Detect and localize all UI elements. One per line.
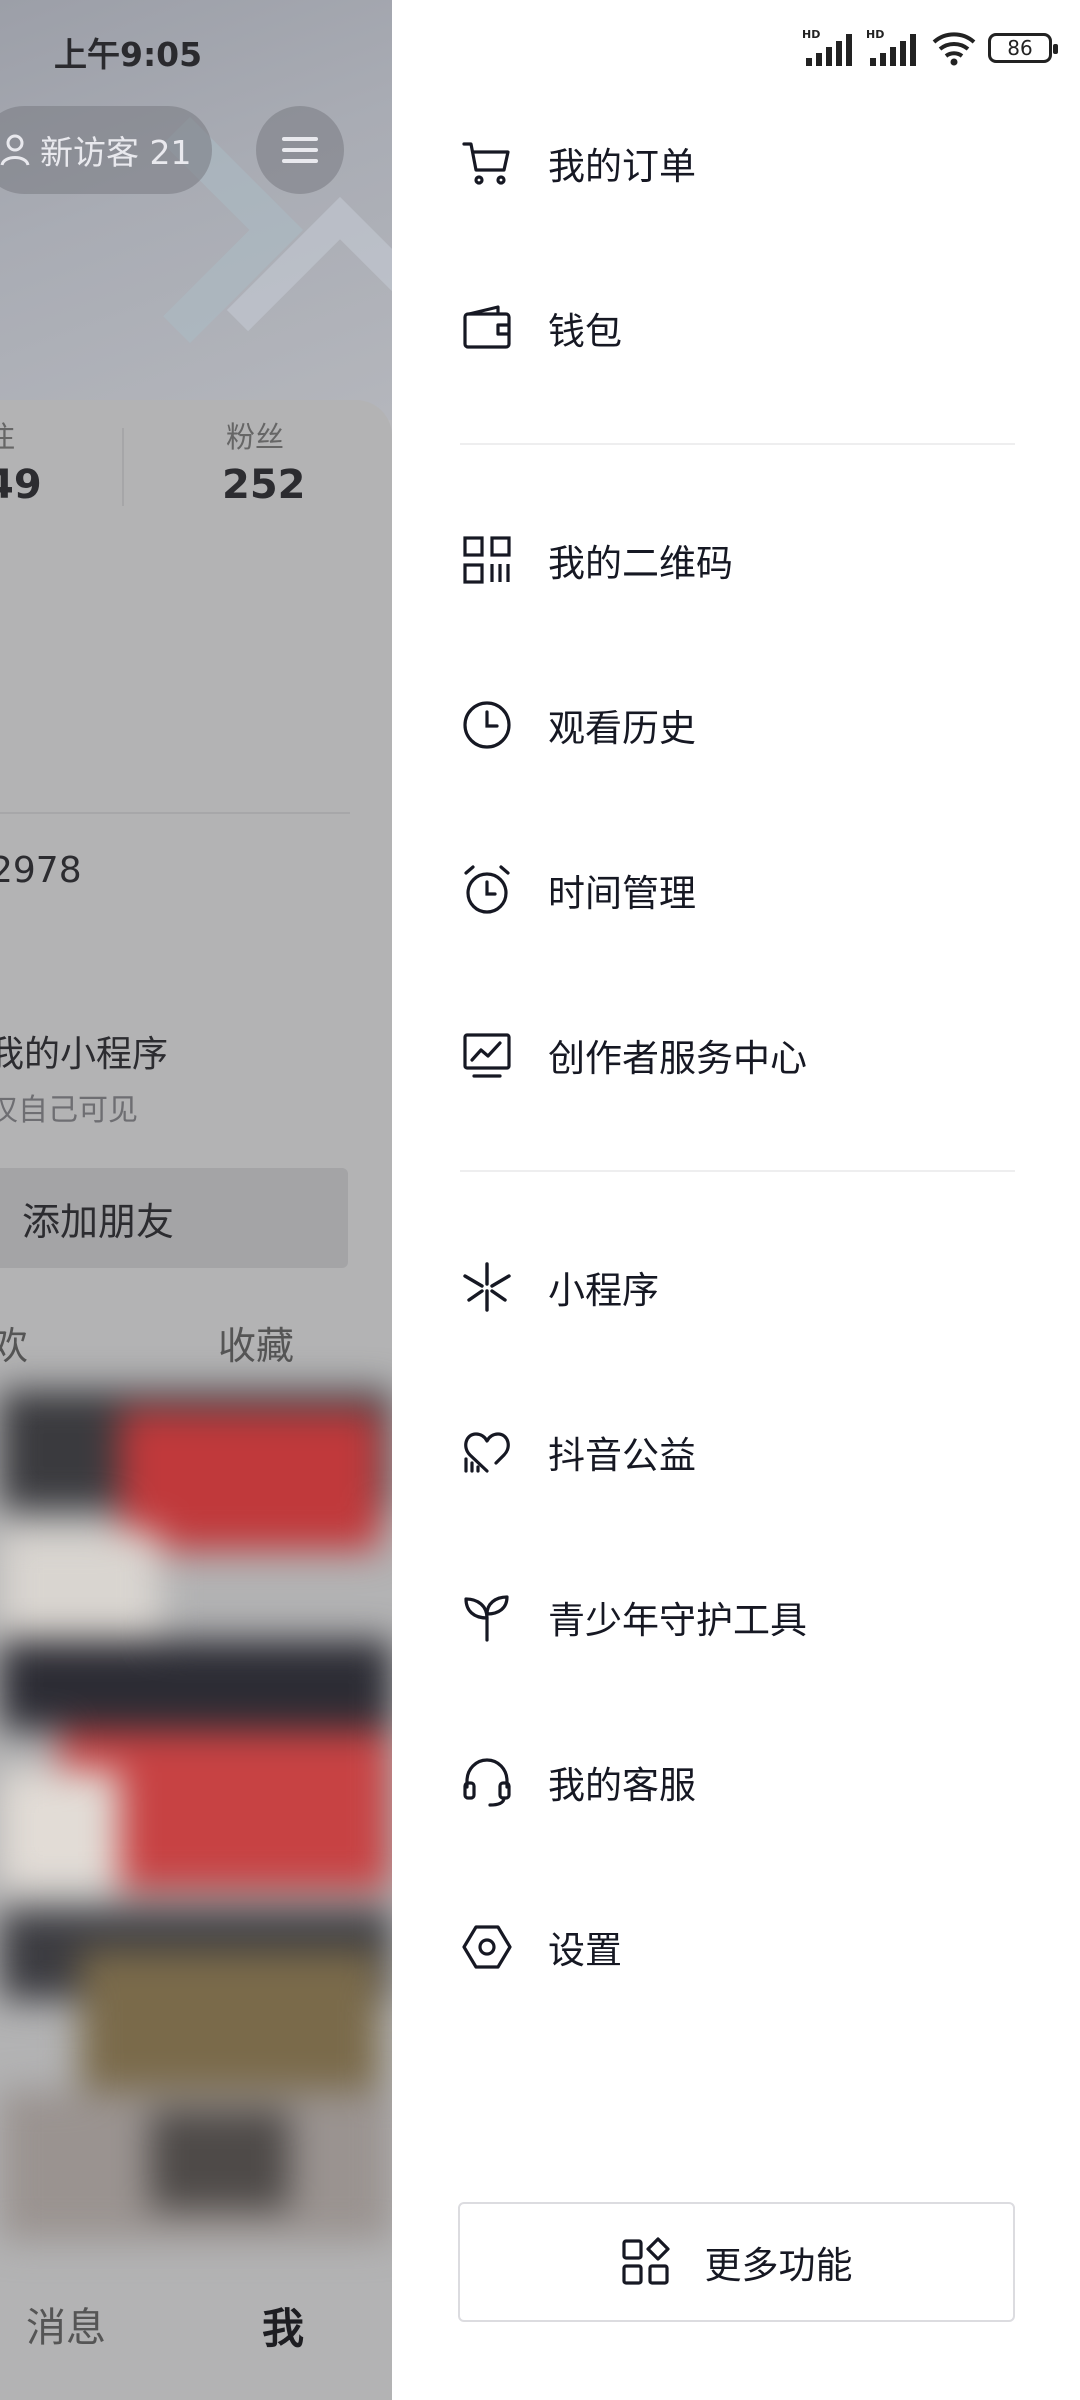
hamburger-icon	[282, 137, 318, 163]
chart-monitor-icon	[460, 1028, 514, 1082]
following-count: 49	[0, 462, 42, 508]
menu-item-qr-code[interactable]: 我的二维码	[460, 505, 1020, 615]
menu-item-time-management[interactable]: 时间管理	[460, 835, 1020, 945]
menu-item-label: 我的二维码	[548, 542, 733, 585]
wifi-icon	[932, 32, 976, 66]
menu-item-wallet[interactable]: 钱包	[460, 273, 1020, 383]
menu-item-orders[interactable]: 我的订单	[460, 108, 1020, 218]
nav-messages[interactable]: 消息	[26, 2295, 106, 2353]
menu-item-watch-history[interactable]: 观看历史	[460, 670, 1020, 780]
nav-me[interactable]: 我	[262, 2295, 304, 2356]
user-id: 2978	[0, 850, 82, 891]
menu-item-settings[interactable]: 设置	[460, 1892, 1020, 2002]
my-mini-programs-title[interactable]: 我的小程序	[0, 1025, 168, 1077]
stat-divider	[122, 428, 124, 506]
headset-icon	[460, 1755, 514, 1809]
hamburger-menu-button[interactable]	[256, 106, 344, 194]
wallet-icon	[460, 301, 514, 355]
menu-item-mini-programs[interactable]: 小程序	[460, 1232, 1020, 1342]
menu-item-label: 钱包	[548, 310, 622, 353]
cart-icon	[460, 136, 514, 190]
grid-apps-icon	[621, 2237, 670, 2285]
divider	[0, 812, 350, 814]
menu-item-label: 观看历史	[548, 707, 696, 750]
side-drawer: HD HD 86 我的订单 钱包 我的二维码 观看历史 时间管理 创作者服务中心…	[392, 0, 1080, 2400]
visibility-note: 仅自己可见	[0, 1093, 138, 1128]
menu-item-label: 小程序	[548, 1269, 659, 1312]
menu-item-creator-center[interactable]: 创作者服务中心	[460, 1000, 1020, 1110]
alarm-icon	[460, 863, 514, 917]
menu-item-label: 创作者服务中心	[548, 1037, 807, 1080]
new-visitors-label: 新访客 21	[40, 133, 192, 172]
svg-text:HD: HD	[866, 28, 884, 41]
fans-count: 252	[222, 462, 306, 508]
blurred-video-feed	[0, 1390, 392, 2240]
menu-item-label: 设置	[548, 1929, 622, 1972]
add-friend-button[interactable]: 添加朋友	[0, 1168, 348, 1268]
menu-item-label: 青少年守护工具	[548, 1599, 807, 1642]
clock-icon	[460, 698, 514, 752]
new-visitors-button[interactable]: 新访客 21	[0, 106, 212, 194]
battery-icon: 86	[988, 33, 1058, 63]
mini-program-icon	[460, 1260, 514, 1314]
tab-favorites[interactable]: 收藏	[218, 1315, 294, 1370]
signal-hd-icon: HD	[802, 28, 852, 66]
menu-item-label: 我的客服	[548, 1764, 696, 1807]
person-icon	[0, 134, 30, 166]
menu-item-teen-protection[interactable]: 青少年守护工具	[460, 1562, 1020, 1672]
battery-level: 86	[1007, 36, 1033, 60]
background-profile-page: 上午9:05 新访客 21 注 49 粉丝 252 2978 我的小程序 仅自己…	[0, 0, 392, 2400]
status-time: 上午9:05	[54, 35, 203, 74]
menu-item-label: 时间管理	[548, 872, 696, 915]
menu-divider	[460, 1170, 1015, 1172]
menu-divider	[460, 443, 1015, 445]
sprout-icon	[460, 1590, 514, 1644]
tab-likes[interactable]: 欢	[0, 1315, 28, 1370]
menu-item-charity[interactable]: 抖音公益	[460, 1397, 1020, 1507]
qr-code-icon	[460, 533, 514, 587]
following-label: 注	[0, 420, 16, 454]
fans-label: 粉丝	[226, 420, 285, 454]
menu-item-label: 我的订单	[548, 145, 696, 188]
menu-item-customer-service[interactable]: 我的客服	[460, 1727, 1020, 1837]
signal-hd-icon: HD	[866, 28, 916, 66]
charity-heart-icon	[460, 1425, 514, 1479]
svg-text:HD: HD	[802, 28, 820, 41]
menu-item-label: 抖音公益	[548, 1434, 696, 1477]
more-functions-label: 更多功能	[704, 2244, 853, 2287]
status-icons: HD HD 86	[802, 28, 1058, 68]
settings-hexagon-icon	[460, 1920, 514, 1974]
more-functions-button[interactable]: 更多功能	[458, 2202, 1015, 2322]
